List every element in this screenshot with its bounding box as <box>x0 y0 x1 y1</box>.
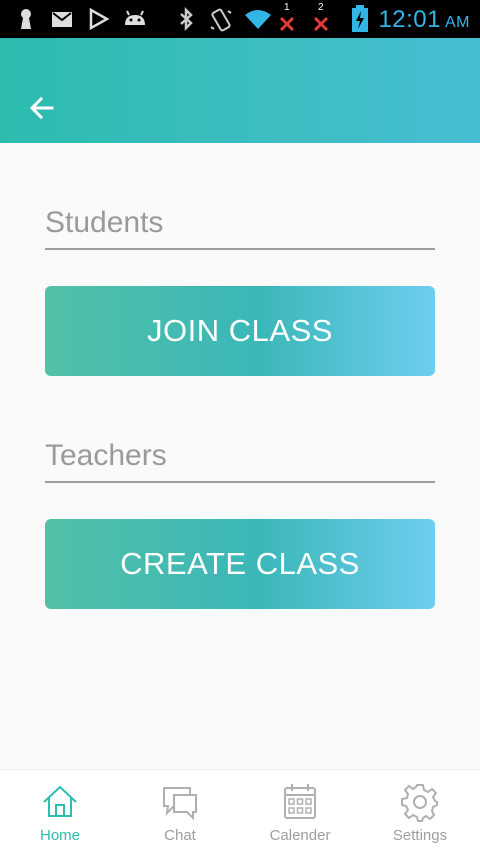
vibrate-icon <box>208 7 232 32</box>
home-icon <box>40 782 80 822</box>
clock-ampm: AM <box>445 14 470 31</box>
nav-item-chat[interactable]: Chat <box>120 770 240 854</box>
play-store-icon <box>87 7 111 31</box>
nav-label-calender: Calender <box>269 827 331 844</box>
settings-icon <box>400 782 440 822</box>
android-icon <box>122 7 146 31</box>
arrow-back-icon <box>29 95 55 126</box>
back-button[interactable] <box>22 90 62 130</box>
nav-item-calender[interactable]: Calender <box>240 770 360 854</box>
nav-item-home[interactable]: Home <box>0 770 120 854</box>
status-clock: 12:01 AM <box>378 6 470 34</box>
nav-label-home: Home <box>39 827 80 844</box>
status-bar: 1 2 12:01 AM <box>0 0 480 38</box>
wifi-icon <box>243 7 273 31</box>
nav-label-chat: Chat <box>164 827 196 844</box>
nav-label-settings: Settings <box>392 827 448 844</box>
bluetooth-icon <box>174 7 198 31</box>
teachers-label: Teachers <box>45 439 435 483</box>
app-bar <box>0 38 480 143</box>
gmail-icon <box>50 7 74 31</box>
students-label: Students <box>45 206 435 250</box>
bottom-nav: Home Chat Calender Settings <box>0 769 480 854</box>
keyhole-icon <box>14 7 38 31</box>
calendar-icon <box>280 782 320 822</box>
sim1-no-signal-icon: 1 <box>278 2 296 32</box>
clock-time: 12:01 <box>378 6 441 33</box>
battery-charging-icon <box>350 5 374 32</box>
create-class-button[interactable]: CREATE CLASS <box>45 519 435 609</box>
chat-icon <box>160 782 200 822</box>
join-class-button[interactable]: JOIN CLASS <box>45 286 435 376</box>
sim2-no-signal-icon: 2 <box>312 2 330 32</box>
nav-item-settings[interactable]: Settings <box>360 770 480 854</box>
